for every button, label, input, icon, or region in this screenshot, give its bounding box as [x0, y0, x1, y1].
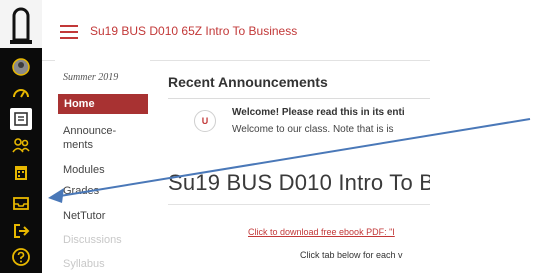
calendar-icon[interactable] — [10, 162, 32, 184]
announcement-avatar: U — [194, 110, 216, 132]
term-label: Summer 2019 — [63, 72, 119, 83]
logout-icon[interactable] — [10, 220, 32, 242]
dashboard-icon[interactable] — [10, 82, 32, 104]
breadcrumb-course[interactable]: Su19 BUS D010 65Z Intro To Business — [90, 24, 297, 38]
courses-icon[interactable] — [10, 108, 32, 130]
course-nav-announcements[interactable]: Announce- ments — [63, 124, 116, 152]
course-nav-nettutor[interactable]: NetTutor — [63, 209, 105, 223]
divider — [168, 98, 430, 99]
help-icon[interactable] — [10, 246, 32, 268]
course-nav-syllabus[interactable]: Syllabus — [63, 257, 105, 271]
inbox-icon[interactable] — [10, 192, 32, 214]
course-title: Su19 BUS D010 Intro To Bu — [168, 170, 430, 195]
course-nav-modules[interactable]: Modules — [63, 163, 105, 177]
global-navigation — [0, 0, 43, 273]
account-icon[interactable] — [10, 56, 32, 78]
main-content: Recent Announcements U Welcome! Please r… — [158, 60, 430, 273]
ebook-download-link[interactable]: Click to download free ebook PDF: "I — [248, 227, 395, 237]
announcement-title[interactable]: Welcome! Please read this in its enti — [232, 107, 405, 118]
divider — [168, 204, 430, 205]
course-nav-home[interactable]: Home — [58, 94, 148, 114]
groups-icon[interactable] — [10, 134, 32, 156]
logo-icon[interactable] — [0, 0, 43, 48]
course-nav-discussions[interactable]: Discussions — [63, 233, 122, 247]
announcement-body: Welcome to our class. Note that is is — [232, 124, 394, 135]
recent-announcements-heading: Recent Announcements — [168, 74, 328, 90]
click-tab-text: Click tab below for each v — [300, 250, 403, 260]
top-bar: Su19 BUS D010 65Z Intro To Business — [42, 0, 430, 61]
course-navigation: Summer 2019 Home Announce- ments Modules… — [55, 60, 150, 273]
hamburger-menu-icon[interactable] — [60, 25, 78, 39]
canvas-lms-screen: Su19 BUS D010 65Z Intro To Business Summ… — [0, 0, 430, 273]
course-nav-grades[interactable]: Grades — [63, 184, 99, 198]
